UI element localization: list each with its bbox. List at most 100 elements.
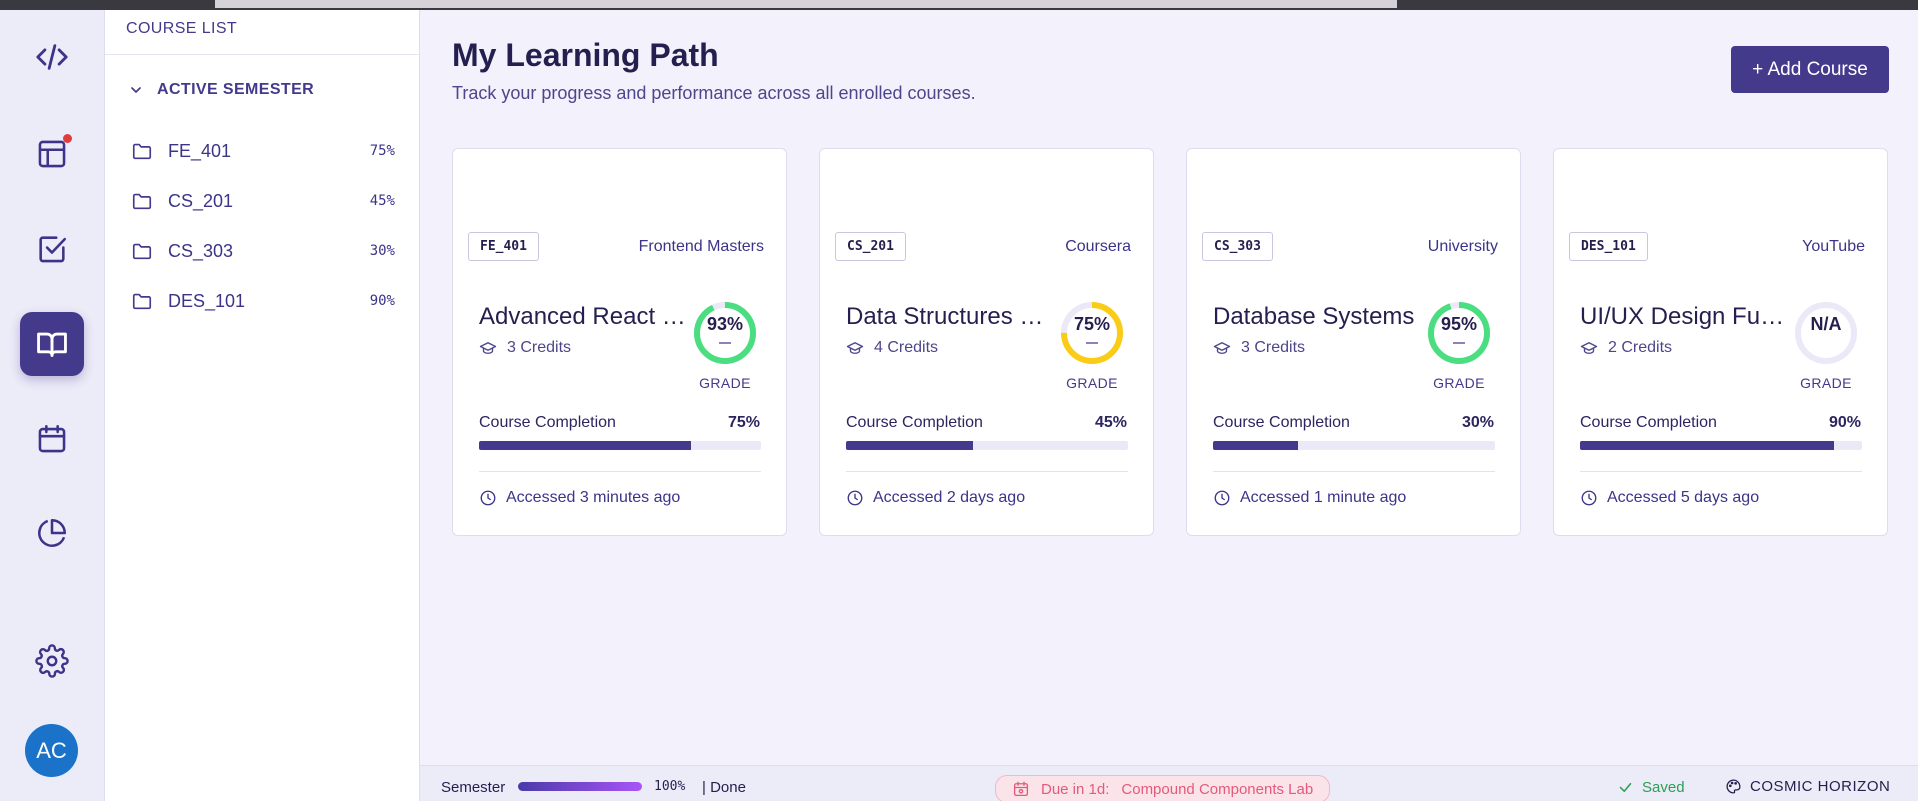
completion-bar-fill — [479, 441, 691, 450]
last-accessed: Accessed 2 days ago — [846, 489, 1025, 507]
check-icon — [1619, 782, 1632, 793]
completion-percent: 75% — [727, 414, 760, 431]
due-task: Compound Components Lab — [1121, 780, 1314, 798]
course-code-badge: FE_401 — [468, 232, 539, 261]
notification-dot — [63, 134, 72, 143]
completion-label: Course Completion — [1580, 414, 1717, 431]
course-title: Database Systems — [1213, 303, 1415, 330]
course-list-item[interactable]: DES_101 90% — [105, 276, 419, 326]
course-provider: Coursera — [1065, 238, 1131, 255]
semester-status: | Done — [702, 779, 746, 796]
clock-icon — [480, 490, 496, 506]
theme-switcher[interactable]: COSMIC HORIZON — [1725, 778, 1890, 795]
course-code: DES_101 — [168, 290, 246, 311]
graduation-cap-icon — [1213, 342, 1231, 354]
course-credits: 3 Credits — [479, 339, 571, 357]
calendar-icon — [38, 424, 66, 453]
course-credits: 2 Credits — [1580, 339, 1672, 357]
nav-calendar[interactable] — [20, 407, 84, 471]
course-code: CS_201 — [168, 190, 234, 211]
course-percent: 75% — [369, 143, 395, 159]
grade-ring: 93% — [692, 300, 758, 366]
scrollbar-thumb[interactable] — [215, 0, 1397, 8]
folder-icon — [132, 193, 152, 210]
course-card[interactable]: CS_303 University Database Systems 3 Credit… — [1186, 148, 1521, 536]
course-list-item[interactable]: CS_201 45% — [105, 176, 419, 226]
calendar-alert-icon — [1013, 781, 1029, 797]
course-card[interactable]: CS_201 Coursera Data Structures & Algorith… — [819, 148, 1154, 536]
course-percent: 90% — [369, 293, 395, 309]
course-card[interactable]: DES_101 YouTube UI/UX Design Fundamentals 2… — [1553, 148, 1888, 536]
course-provider: YouTube — [1802, 238, 1865, 255]
completion-bar — [1580, 441, 1862, 450]
grade-value: 75% — [1073, 314, 1111, 334]
grade-trend — [1086, 342, 1098, 344]
semester-percent: 100% — [654, 779, 686, 794]
nav-courses[interactable] — [20, 312, 84, 376]
credits-label: 3 Credits — [1241, 339, 1306, 356]
credits-label: 3 Credits — [507, 339, 572, 356]
course-title: Data Structures & Algorithms — [846, 303, 1056, 330]
clock-icon — [1581, 490, 1597, 506]
theme-label: COSMIC HORIZON — [1750, 778, 1891, 795]
course-list-item[interactable]: CS_303 30% — [105, 226, 419, 276]
page-title: My Learning Path — [452, 37, 719, 73]
checkbox-icon — [39, 236, 67, 263]
accessed-label: Accessed 2 days ago — [873, 489, 1026, 506]
book-icon — [37, 332, 67, 357]
semester-progress-fill — [518, 782, 642, 791]
graduation-cap-icon — [846, 342, 864, 354]
grade-value: N/A — [1810, 314, 1842, 334]
code-icon[interactable] — [20, 25, 84, 89]
grade-value: 95% — [1440, 314, 1478, 334]
course-code: CS_303 — [168, 240, 234, 261]
grade-label: GRADE — [699, 375, 751, 391]
completion-percent: 45% — [1094, 414, 1127, 431]
accessed-label: Accessed 3 minutes ago — [506, 489, 681, 506]
card-divider — [1213, 471, 1495, 472]
completion-bar — [1213, 441, 1495, 450]
completion-bar — [846, 441, 1128, 450]
add-course-button[interactable]: + Add Course — [1731, 46, 1889, 93]
save-status: Saved — [1618, 779, 1685, 796]
nav-dashboard[interactable] — [20, 122, 84, 186]
due-reminder[interactable]: Due in 1d: Compound Components Lab — [995, 775, 1331, 801]
course-list-item[interactable]: FE_401 75% — [105, 126, 419, 176]
grade-label: GRADE — [1433, 375, 1485, 391]
completion-label: Course Completion — [1213, 414, 1350, 431]
course-credits: 3 Credits — [1213, 339, 1305, 357]
active-semester-group[interactable]: ACTIVE SEMESTER — [105, 55, 419, 99]
course-credits: 4 Credits — [846, 339, 938, 357]
accessed-label: Accessed 5 days ago — [1607, 489, 1760, 506]
pie-chart-icon — [38, 518, 67, 547]
window-scrollbar[interactable] — [0, 0, 1918, 10]
avatar[interactable]: AC — [25, 724, 78, 777]
completion-percent: 90% — [1828, 414, 1861, 431]
nav-tasks[interactable] — [20, 217, 84, 281]
last-accessed: Accessed 1 minute ago — [1213, 489, 1406, 507]
settings-button[interactable] — [20, 629, 84, 693]
card-divider — [479, 471, 761, 472]
grade-ring: N/A — [1793, 300, 1859, 366]
completion-bar-fill — [1580, 441, 1834, 450]
course-list-title: COURSE LIST — [105, 10, 419, 55]
palette-icon — [1726, 779, 1741, 794]
grade-trend — [1453, 342, 1465, 344]
credits-label: 2 Credits — [1608, 339, 1673, 356]
accessed-label: Accessed 1 minute ago — [1240, 489, 1407, 506]
course-card[interactable]: FE_401 Frontend Masters Advanced React Pat… — [452, 148, 787, 536]
page-subtitle: Track your progress and performance acro… — [452, 83, 976, 103]
nav-analytics[interactable] — [20, 501, 84, 565]
semester-progress — [518, 782, 642, 791]
folder-icon — [132, 243, 152, 260]
completion-percent: 30% — [1461, 414, 1494, 431]
folder-icon — [132, 293, 152, 310]
completion-bar-fill — [1213, 441, 1298, 450]
grade-value: 93% — [706, 314, 744, 334]
due-prefix: Due in 1d: — [1041, 780, 1110, 798]
completion-bar — [479, 441, 761, 450]
course-code-badge: CS_303 — [1202, 232, 1273, 261]
graduation-cap-icon — [1580, 342, 1598, 354]
graduation-cap-icon — [479, 342, 497, 354]
course-percent: 45% — [369, 193, 395, 209]
